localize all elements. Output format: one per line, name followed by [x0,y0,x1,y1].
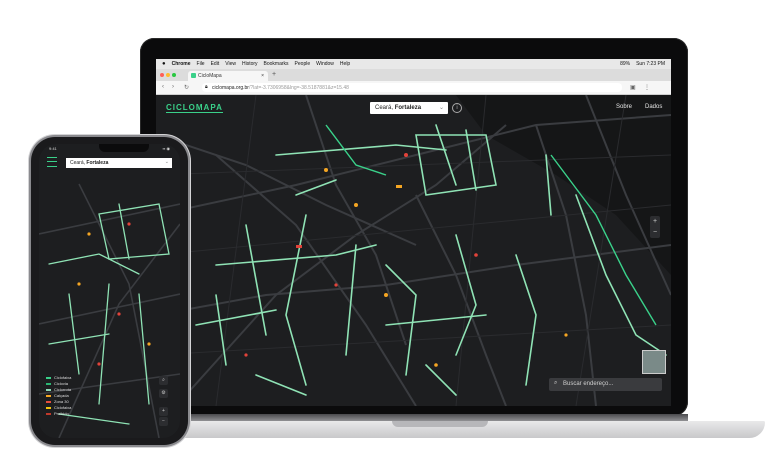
phone-zoom-in-button[interactable]: + [159,407,168,416]
menu-item-chrome[interactable]: Chrome [172,61,191,67]
url-host: ciclomapa.org.br [212,85,249,91]
nav-link-about[interactable]: Sobre [616,104,632,110]
legend-swatch [46,407,51,409]
zoom-out-button[interactable]: − [650,227,660,238]
info-icon[interactable]: i [452,103,462,113]
menu-item-file[interactable]: File [197,61,205,67]
legend-swatch [46,413,51,415]
hamburger-menu-icon[interactable] [47,157,57,167]
chevron-down-icon: ⌄ [164,159,169,165]
favicon-icon [191,73,196,78]
satellite-layer-toggle[interactable] [642,350,666,374]
window-minimize-button[interactable] [166,73,170,77]
legend-item[interactable]: Proibido [46,411,71,417]
macos-menubar: ● Chrome File Edit View History Bookmark… [156,59,671,69]
legend-label: Proibido [54,411,69,416]
legend-swatch [46,389,51,391]
map-canvas[interactable]: CICLOMAPA Ceará, Fortaleza ⌄ i Sobre Dad… [156,95,671,406]
reload-icon[interactable]: ↻ [184,84,189,91]
phone-city-select[interactable]: Ceará, Fortaleza ⌄ [66,158,172,168]
url-path: /?lat=-3.7306958&lng=-38.5187881&z=15.48 [248,85,349,91]
legend-swatch [46,377,51,379]
menu-item-bookmarks[interactable]: Bookmarks [264,61,289,67]
laptop-notch [392,421,488,427]
legend-swatch [46,401,51,403]
forward-arrow-icon[interactable]: › [172,84,174,90]
map-legend: Ciclofaixa Ciclovia Ciclorrota Calçada Z… [46,375,71,417]
browser-tab[interactable]: CicloMapa × [188,71,268,81]
city-select[interactable]: Ceará, Fortaleza ⌄ [370,102,448,114]
back-arrow-icon[interactable]: ‹ [162,84,164,90]
phone-screen[interactable]: 9:41 ▪▪ ◉ Ceará, Fortaleza ⌄ Ciclofaixa … [39,144,180,438]
phone-city-name: Fortaleza [86,160,109,166]
phone-zoom-out-button[interactable]: − [159,417,168,426]
window-zoom-button[interactable] [172,73,176,77]
phone-status-icons: ▪▪ ◉ [162,146,170,151]
phone-settings-button[interactable]: ⚙ [159,389,168,398]
window-close-button[interactable] [160,73,164,77]
menu-item-view[interactable]: View [225,61,236,67]
menu-item-window[interactable]: Window [316,61,334,67]
lock-icon: 🔒︎ [205,84,208,90]
browser-toolbar: ‹ › ↻ 🔒︎ ciclomapa.org.br/?lat=-3.730695… [156,81,671,95]
apple-menu-icon[interactable]: ● [162,61,166,67]
tab-close-icon[interactable]: × [261,73,264,79]
address-search-input[interactable]: ⌕ Buscar endereço... [549,378,662,391]
browser-tab-bar: CicloMapa × + [156,69,671,81]
bike-network-map [156,95,671,406]
url-bar[interactable]: 🔒︎ ciclomapa.org.br/?lat=-3.7306958&lng=… [202,83,622,92]
legend-swatch [46,383,51,385]
new-tab-button[interactable]: + [272,71,276,78]
menu-item-people[interactable]: People [295,61,311,67]
nav-link-data[interactable]: Dados [645,104,662,110]
phone-clock: 9:41 [49,146,57,151]
city-state: Ceará, [375,105,394,111]
menu-item-history[interactable]: History [242,61,258,67]
legend-swatch [46,395,51,397]
phone-search-button[interactable]: ⌕ [159,376,168,385]
chrome-menu-icon[interactable]: ⋮ [644,84,650,91]
laptop-screen: ● Chrome File Edit View History Bookmark… [156,59,671,406]
menubar-clock[interactable]: Sun 7:23 PM [636,61,665,67]
search-icon: ⌕ [554,380,558,386]
tab-title: CicloMapa [198,73,222,79]
extension-icon[interactable]: ▣ [630,84,636,91]
menu-item-edit[interactable]: Edit [211,61,220,67]
ciclomapa-logo[interactable]: CICLOMAPA [166,103,223,113]
chevron-down-icon: ⌄ [438,105,444,111]
phone-city-state: Ceará, [70,160,86,166]
battery-status[interactable]: 89% [620,61,630,67]
zoom-in-button[interactable]: + [650,216,660,227]
phone-notch [99,144,149,152]
search-placeholder: Buscar endereço... [563,381,614,387]
zoom-controls: + − [650,216,660,238]
city-name: Fortaleza [394,105,422,111]
menu-item-help[interactable]: Help [340,61,350,67]
